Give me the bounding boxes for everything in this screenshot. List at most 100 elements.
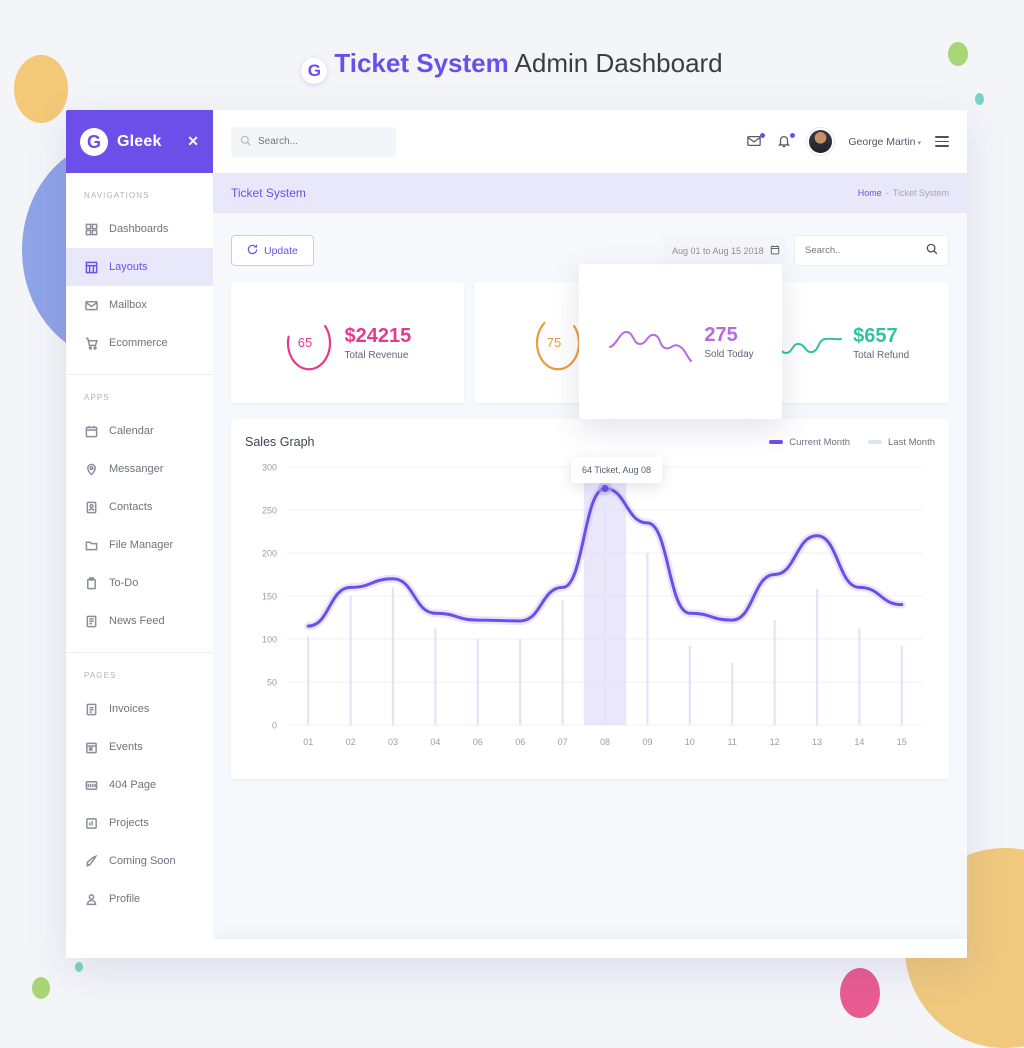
sidebar-item-invoices[interactable]: Invoices xyxy=(66,690,213,728)
sidebar-item-contacts[interactable]: Contacts xyxy=(66,488,213,526)
mail-icon xyxy=(84,298,99,313)
breadcrumb-home[interactable]: Home xyxy=(858,188,882,198)
sidebar-item-ecommerce[interactable]: Ecommerce xyxy=(66,324,213,362)
bell-icon[interactable] xyxy=(777,132,796,150)
global-search[interactable] xyxy=(231,126,396,157)
sidebar-item-label: Layouts xyxy=(109,261,148,273)
user-name-label: George Martin xyxy=(848,135,916,148)
svg-text:200: 200 xyxy=(262,549,277,559)
decorative-dot-teal-bottom-left xyxy=(75,962,83,972)
sidebar-item-mailbox[interactable]: Mailbox xyxy=(66,286,213,324)
sidebar-item-label: File Manager xyxy=(109,539,174,551)
sidebar-item-label: To-Do xyxy=(109,577,139,589)
date-range-value: Aug 01 to Aug 15 2018 xyxy=(672,245,764,256)
gleek-logo-icon: G xyxy=(301,58,328,84)
error-icon xyxy=(84,778,99,793)
legend-item-current-month[interactable]: Current Month xyxy=(769,437,850,448)
legend-item-last-month[interactable]: Last Month xyxy=(868,437,935,448)
sidebar-item-label: Coming Soon xyxy=(109,855,176,867)
chevron-down-icon: ▾ xyxy=(917,139,921,147)
stat-value: $24215 xyxy=(344,324,412,347)
brand-name: Gleek xyxy=(117,132,162,150)
stat-text: $24215 Total Revenue xyxy=(344,325,411,361)
search-input[interactable] xyxy=(258,136,387,147)
svg-text:13: 13 xyxy=(812,737,822,747)
sidebar-nav: NAVIGATIONS Dashboards Layouts Mailbox Ecomm… xyxy=(66,173,213,918)
sidebar-item-label: Messanger xyxy=(109,463,164,475)
mail-icon[interactable] xyxy=(747,132,766,150)
update-button[interactable]: Update xyxy=(231,235,314,266)
svg-text:08: 08 xyxy=(600,737,610,747)
brand-logo-icon: G xyxy=(80,127,108,156)
mail-badge xyxy=(760,132,766,138)
user-menu[interactable]: George Martin ▾ xyxy=(848,136,921,148)
hamburger-icon[interactable] xyxy=(935,136,949,147)
sidebar-item-label: Dashboards xyxy=(109,223,169,235)
sales-line-chart: 0 50 100 150 200 250 300 01 02 03 04 06 06 07 08 09 10 11… xyxy=(262,463,923,747)
toolbar-right: Aug 01 to Aug 15 2018 xyxy=(663,235,949,266)
svg-text:300: 300 xyxy=(262,463,277,473)
svg-text:10: 10 xyxy=(685,737,695,747)
sidebar-item-messanger[interactable]: Messanger xyxy=(66,450,213,488)
stat-card-total-revenue: 65 $24215 Total Revenue xyxy=(231,282,464,403)
tickets-table: Fleece Marigold06:30 PMAug 02, 201845715… xyxy=(213,939,967,958)
legend-label: Current Month xyxy=(789,436,850,448)
sidebar: G Gleek ✕ NAVIGATIONS Dashboards Layouts Ma… xyxy=(66,110,213,958)
sidebar-item-404-page[interactable]: 404 Page xyxy=(66,766,213,804)
project-icon xyxy=(84,816,99,831)
sidebar-item-dashboards[interactable]: Dashboards xyxy=(66,210,213,248)
sidebar-item-file-manager[interactable]: File Manager xyxy=(66,526,213,564)
sidebar-item-layouts[interactable]: Layouts xyxy=(66,248,213,286)
date-range-picker[interactable]: Aug 01 to Aug 15 2018 xyxy=(663,235,786,266)
content-toolbar: Update Aug 01 to Aug 15 2018 xyxy=(231,235,949,266)
table-search[interactable] xyxy=(794,235,949,266)
bell-badge xyxy=(790,132,796,138)
avatar[interactable] xyxy=(807,128,835,155)
sidebar-item-label: Calendar xyxy=(109,425,154,437)
decorative-dot-teal-top-right xyxy=(975,93,984,105)
sidebar-item-coming-soon[interactable]: Coming Soon xyxy=(66,842,213,880)
sidebar-item-label: Mailbox xyxy=(109,299,147,311)
svg-text:03: 03 xyxy=(388,737,398,747)
svg-text:150: 150 xyxy=(262,592,277,602)
topbar-actions: George Martin ▾ xyxy=(747,128,949,155)
sidebar-item-label: Invoices xyxy=(109,703,150,715)
chart-tooltip: 64 Ticket, Aug 08 xyxy=(571,457,663,483)
stat-label: Total Revenue xyxy=(344,349,409,361)
sales-graph-title: Sales Graph xyxy=(245,435,315,449)
sidebar-item-label: Ecommerce xyxy=(109,337,168,349)
stat-cards: 65$24215Total Revenue751528Tickets Sold2… xyxy=(231,264,950,419)
svg-text:11: 11 xyxy=(728,737,737,747)
gauge-chart: 75 xyxy=(532,314,584,372)
sidebar-item-news-feed[interactable]: News Feed xyxy=(66,602,213,640)
main-area: George Martin▾ Ticket System Home-Ticket… xyxy=(213,110,967,958)
svg-text:01: 01 xyxy=(303,737,313,747)
page-title-accent: Ticket System xyxy=(334,48,509,78)
stat-value: $657 xyxy=(853,324,898,347)
refresh-icon xyxy=(247,244,258,258)
calendar-icon xyxy=(84,424,99,439)
chart-plot-area: 0 50 100 150 200 250 300 01 02 03 04 06 06 07 08 09 10 11… xyxy=(245,455,935,755)
stat-text: $657 Total Refund xyxy=(853,325,909,361)
sidebar-item-to-do[interactable]: To-Do xyxy=(66,564,213,602)
breadcrumb: Home - Ticket System xyxy=(858,188,949,198)
sidebar-item-projects[interactable]: Projects xyxy=(66,804,213,842)
svg-text:250: 250 xyxy=(262,506,277,516)
page-title: G Ticket System Admin Dashboard xyxy=(0,48,1024,84)
invoice-icon xyxy=(84,702,99,717)
table-row[interactable]: Fleece Marigold06:30 PMAug 02, 201845715… xyxy=(213,939,967,958)
svg-text:15: 15 xyxy=(897,737,907,747)
gauge-value: 75 xyxy=(546,335,562,350)
stat-label: Total Refund xyxy=(853,349,910,361)
stat-value: 275 xyxy=(704,323,738,346)
svg-text:02: 02 xyxy=(346,737,356,747)
search-icon[interactable] xyxy=(926,242,938,260)
folder-icon xyxy=(84,538,99,553)
table-search-input[interactable] xyxy=(805,245,926,256)
close-icon[interactable]: ✕ xyxy=(187,133,199,150)
sidebar-item-profile[interactable]: Profile xyxy=(66,880,213,918)
contact-icon xyxy=(84,500,99,515)
sidebar-item-calendar[interactable]: Calendar xyxy=(66,412,213,450)
sidebar-item-events[interactable]: Events xyxy=(66,728,213,766)
page-title-rest: Admin Dashboard xyxy=(514,48,723,78)
